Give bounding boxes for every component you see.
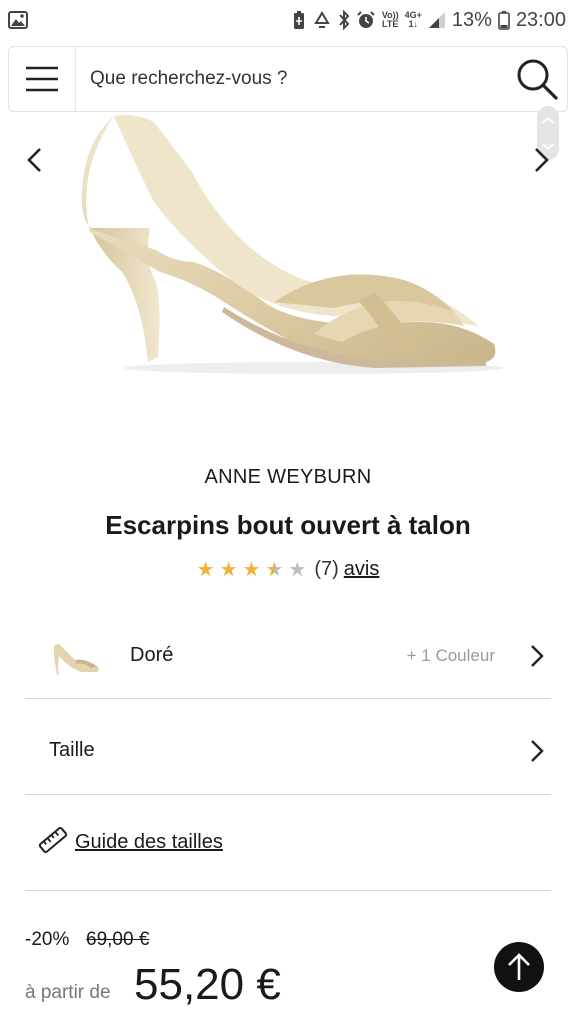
search-header	[8, 46, 568, 112]
alarm-icon	[356, 10, 376, 30]
reviews-link[interactable]: avis	[344, 558, 380, 581]
battery-saver-icon	[292, 10, 306, 30]
network-indicator: 4G+ 1↓	[405, 11, 422, 29]
chevron-right-icon	[535, 148, 549, 172]
product-image	[74, 112, 504, 387]
search-icon	[517, 59, 558, 100]
product-image-carousel	[0, 112, 576, 412]
discount-badge: -20%	[25, 929, 70, 950]
star-empty-icon: ★	[288, 558, 307, 581]
status-bar: Vo)) LTE 4G+ 1↓ 13% 23:00	[0, 0, 576, 40]
review-count: (7)	[314, 558, 339, 580]
recycle-icon	[312, 11, 332, 29]
chevron-left-icon	[27, 148, 41, 172]
current-price: 55,20 €	[134, 960, 281, 1009]
arrow-up-icon	[508, 953, 530, 980]
size-guide-link[interactable]: Guide des tailles	[75, 831, 223, 854]
color-thumbnail	[51, 642, 103, 683]
bluetooth-icon	[338, 10, 350, 30]
hamburger-icon	[26, 66, 58, 92]
star-filled-icon: ★	[196, 558, 215, 581]
product-title: Escarpins bout ouvert à talon	[105, 510, 471, 540]
price-from-label: à partir de	[25, 982, 111, 1003]
star-half-icon: ★	[265, 558, 284, 581]
search-input[interactable]	[76, 67, 507, 91]
network-arrows-text: 1↓	[408, 19, 419, 29]
size-label: Taille	[49, 739, 95, 761]
size-guide-row: Guide des tailles	[25, 795, 551, 891]
old-price: 69,00 €	[86, 929, 150, 950]
product-brand[interactable]: ANNE WEYBURN	[0, 466, 576, 489]
chevron-right-icon	[531, 740, 544, 762]
menu-button[interactable]	[9, 47, 76, 111]
carousel-next-button[interactable]	[530, 146, 554, 179]
signal-icon	[428, 11, 446, 29]
chevron-right-icon	[531, 645, 544, 667]
rating-stars: ★ ★ ★ ★ ★	[197, 560, 307, 580]
color-name: Doré	[130, 644, 174, 666]
product-rating[interactable]: ★ ★ ★ ★ ★ (7) avis	[0, 558, 576, 581]
clock: 23:00	[515, 8, 566, 31]
volte-indicator: Vo)) LTE	[382, 11, 399, 29]
color-selector-row[interactable]: Doré + 1 Couleur	[25, 612, 551, 699]
star-filled-icon: ★	[242, 558, 261, 581]
scroll-to-top-button[interactable]	[494, 942, 544, 992]
gallery-icon	[8, 11, 28, 29]
ruler-icon	[38, 826, 68, 854]
star-filled-icon: ★	[219, 558, 238, 581]
more-colors-label: + 1 Couleur	[406, 646, 495, 665]
volte-bottom-text: LTE	[382, 19, 399, 29]
battery-icon	[498, 10, 510, 30]
battery-percent: 13%	[451, 8, 492, 31]
carousel-prev-button[interactable]	[22, 146, 46, 179]
search-button[interactable]	[507, 47, 567, 111]
size-selector-row[interactable]: Taille	[25, 699, 551, 795]
